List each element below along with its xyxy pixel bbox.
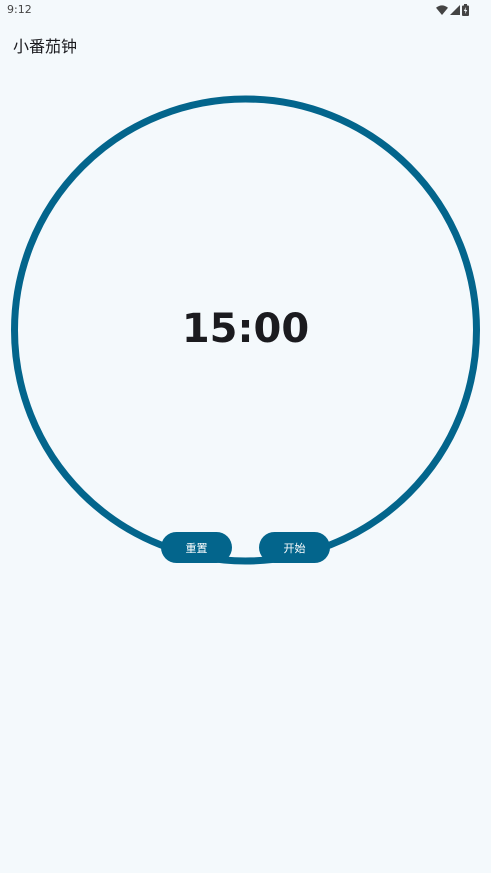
timer-progress-ring [11, 95, 480, 565]
timer-display: 15:00 [181, 306, 310, 352]
status-icons [436, 4, 469, 16]
reset-button[interactable]: 重置 [161, 532, 232, 563]
app-title: 小番茄钟 [13, 37, 78, 56]
battery-charging-icon [462, 4, 469, 16]
status-bar: 9:12 [0, 0, 491, 22]
wifi-icon [436, 5, 448, 15]
start-button[interactable]: 开始 [259, 532, 330, 563]
status-time: 9:12 [7, 3, 32, 16]
cellular-signal-icon [450, 5, 460, 15]
app-bar: 小番茄钟 [0, 22, 491, 66]
